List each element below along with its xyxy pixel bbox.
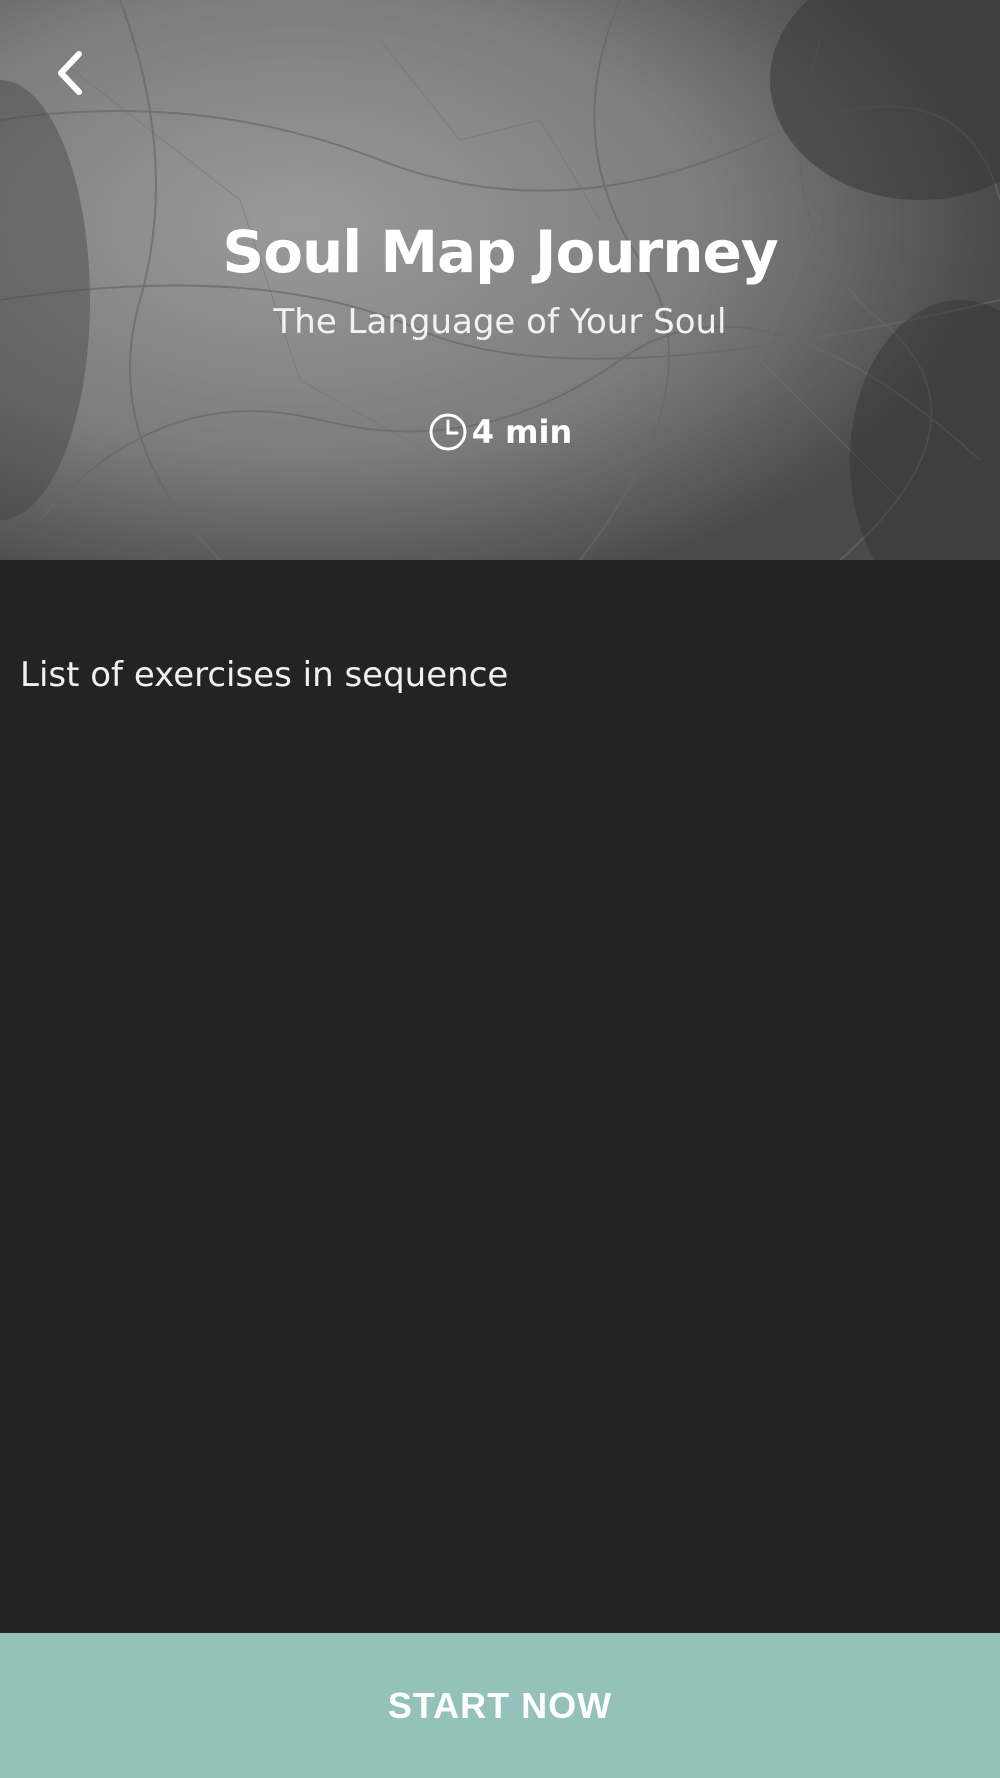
clock-icon (429, 413, 467, 451)
page-title: Soul Map Journey (222, 218, 778, 286)
section-heading: List of exercises in sequence (20, 655, 509, 695)
page-subtitle: The Language of Your Soul (273, 302, 727, 342)
back-button[interactable] (40, 38, 100, 108)
start-now-button[interactable]: START NOW (0, 1633, 1000, 1778)
duration-indicator: 4 min (0, 412, 1000, 452)
hero-banner: Soul Map Journey The Language of Your So… (0, 0, 1000, 560)
exercise-list-section: List of exercises in sequence (0, 560, 1000, 1633)
duration-text: 4 min (471, 413, 573, 451)
start-now-label: START NOW (387, 1684, 613, 1726)
chevron-left-icon (58, 51, 82, 95)
